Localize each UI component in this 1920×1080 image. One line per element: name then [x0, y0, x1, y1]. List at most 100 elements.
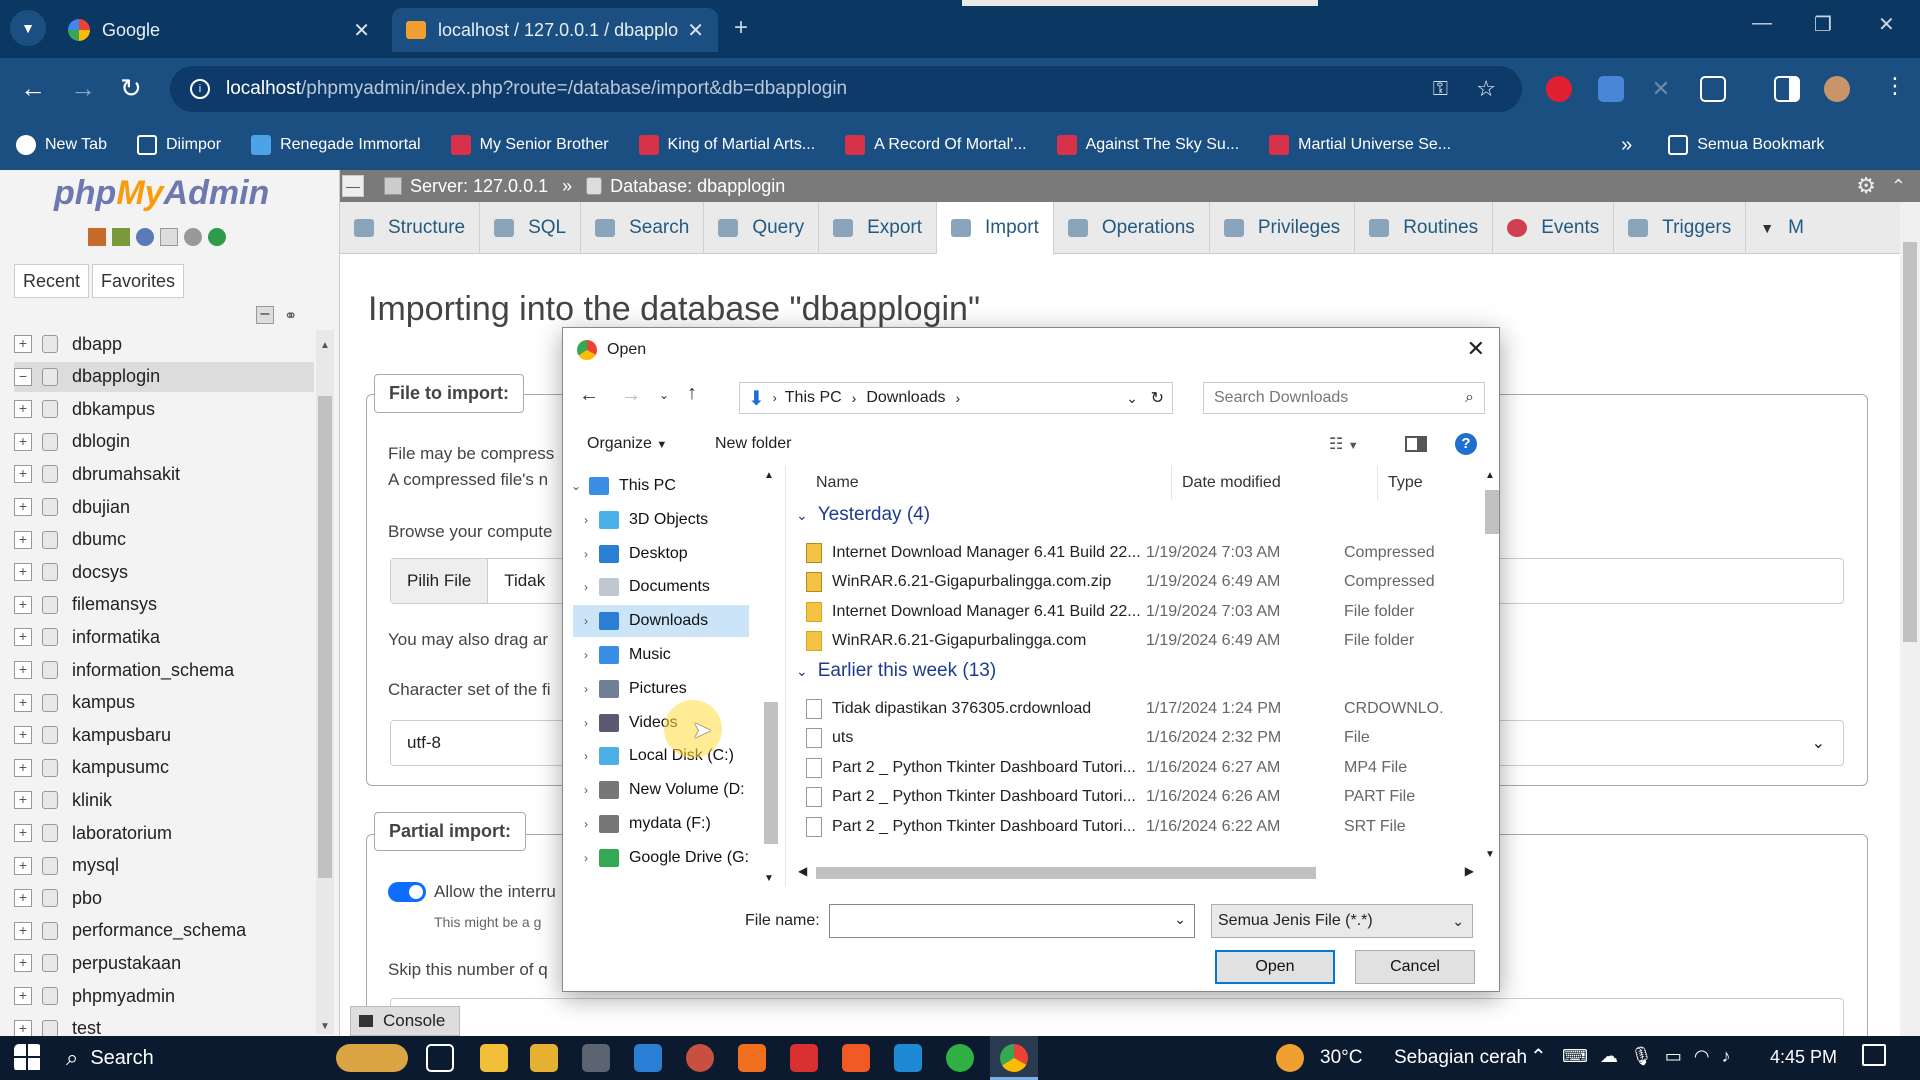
path-downloads[interactable]: Downloads	[866, 389, 945, 407]
chevron-right-icon[interactable]: ›	[573, 580, 599, 594]
profile-avatar-icon[interactable]	[1824, 76, 1850, 102]
file-row[interactable]: WinRAR.6.21-Gigapurbalingga.com.zip 1/19/…	[806, 568, 1466, 597]
menu-import[interactable]: Import	[937, 202, 1054, 254]
expand-icon[interactable]: +	[14, 954, 32, 973]
expand-icon[interactable]: +	[14, 921, 32, 940]
main-scrollbar[interactable]	[1900, 202, 1920, 1036]
back-icon[interactable]: ←	[20, 73, 46, 104]
xampp-icon[interactable]	[738, 1044, 766, 1072]
sidebar-database-item[interactable]: − dbapplogin	[14, 361, 314, 392]
bookmark-martial-universe[interactable]: Martial Universe Se...	[1269, 135, 1451, 155]
up-folder-icon[interactable]: ↑	[687, 382, 697, 405]
menu-query[interactable]: Query	[704, 202, 820, 254]
side-panel-icon[interactable]	[1774, 76, 1800, 102]
nav-pane-item[interactable]: › New Volume (D:	[573, 774, 749, 806]
menu-more[interactable]: ▼ M	[1746, 202, 1818, 254]
tray-icons[interactable]: ⌨☁🎙▭◠♪	[1562, 1046, 1743, 1067]
expand-icon[interactable]: +	[14, 791, 32, 810]
file-row[interactable]: Internet Download Manager 6.41 Build 22.…	[806, 597, 1466, 626]
nav-pane-item[interactable]: › Downloads	[573, 605, 749, 638]
expand-icon[interactable]: +	[14, 726, 32, 745]
nav-pane-item[interactable]: › Documents	[573, 571, 749, 603]
sidebar-database-item[interactable]: + kampusumc	[14, 753, 169, 783]
windows-start-icon[interactable]	[14, 1044, 42, 1072]
file-row[interactable]: Internet Download Manager 6.41 Build 22.…	[806, 538, 1466, 567]
expand-icon[interactable]: +	[14, 628, 32, 647]
collapse-top-icon[interactable]: ⌃	[1891, 176, 1906, 197]
new-folder-button[interactable]: New folder	[715, 435, 791, 453]
chevron-right-icon[interactable]: ›	[573, 682, 599, 696]
dialog-path-bar[interactable]: ⬇ › This PC › Downloads › ⌄ ↻	[739, 382, 1173, 414]
collapse-all-icon[interactable]: –	[256, 306, 274, 324]
bookmark-record-of-mortal[interactable]: A Record Of Mortal'...	[845, 135, 1027, 155]
sidebar-database-item[interactable]: + informatika	[14, 622, 160, 652]
sidebar-database-item[interactable]: + dbapp	[14, 329, 122, 359]
filetype-select[interactable]: Semua Jenis File (*.*) ⌄	[1211, 904, 1473, 938]
dialog-search-input[interactable]: Search Downloads ⌕	[1203, 382, 1485, 414]
task-view-icon[interactable]	[426, 1044, 454, 1072]
reload-icon[interactable]	[208, 228, 226, 246]
file-row[interactable]: WinRAR.6.21-Gigapurbalingga.com 1/19/2024…	[806, 627, 1466, 656]
expand-icon[interactable]: +	[14, 693, 32, 712]
chevron-right-icon[interactable]: ›	[573, 716, 599, 730]
whatsapp-icon[interactable]	[946, 1044, 974, 1072]
expand-icon[interactable]: +	[14, 563, 32, 582]
chrome-taskbar-button[interactable]	[990, 1036, 1038, 1080]
path-this-pc[interactable]: This PC	[785, 389, 842, 407]
site-info-icon[interactable]: i	[190, 79, 210, 99]
close-icon[interactable]: ✕	[353, 18, 370, 43]
tree-scrollbar[interactable]: ▲ ▼	[761, 466, 779, 886]
expand-icon[interactable]: +	[14, 1019, 32, 1038]
file-row[interactable]: Tidak dipastikan 376305.crdownload 1/17/2…	[806, 694, 1466, 723]
menu-search[interactable]: Search	[581, 202, 705, 254]
close-icon[interactable]: ✕	[1467, 336, 1485, 362]
expand-icon[interactable]: +	[14, 661, 32, 679]
chevron-right-icon[interactable]: ›	[573, 648, 599, 662]
restore-icon[interactable]: ❐	[1814, 12, 1832, 37]
taskbar-search[interactable]: ⌕ Search	[54, 1040, 334, 1076]
nav-pane-item[interactable]: › Videos	[573, 707, 749, 739]
sidebar-database-item[interactable]: + laboratorium	[14, 818, 172, 848]
expand-icon[interactable]: +	[14, 987, 32, 1005]
new-tab-button[interactable]: +	[734, 14, 748, 42]
translate-extension-icon[interactable]	[1598, 76, 1624, 102]
column-name[interactable]: Name	[816, 466, 1172, 500]
calculator-icon[interactable]	[582, 1044, 610, 1072]
weather-temp[interactable]: 30°C	[1320, 1047, 1362, 1069]
sidebar-database-item[interactable]: + filemansys	[14, 590, 157, 620]
sidebar-database-item[interactable]: + klinik	[14, 785, 112, 815]
weather-desc[interactable]: Sebagian cerah	[1394, 1047, 1527, 1069]
password-key-icon[interactable]: ⚿	[1433, 78, 1448, 101]
expand-icon[interactable]: +	[14, 530, 32, 549]
console-bar[interactable]: Console	[350, 1006, 460, 1036]
close-icon[interactable]: ✕	[687, 18, 704, 43]
tab-favorites[interactable]: Favorites	[92, 264, 185, 298]
skip-queries-input[interactable]	[390, 998, 1844, 1038]
collapse-icon[interactable]: −	[14, 367, 32, 386]
vscode-icon[interactable]	[894, 1044, 922, 1072]
menu-kebab-icon[interactable]: ⋮	[1884, 73, 1906, 99]
file-explorer-icon[interactable]	[480, 1044, 508, 1072]
preview-pane-icon[interactable]	[1405, 436, 1427, 452]
file-list-hscroll[interactable]: ◀ ▶	[786, 862, 1482, 882]
sidebar-database-item[interactable]: + performance_schema	[14, 916, 246, 946]
menu-structure[interactable]: Structure	[340, 202, 481, 254]
store-icon[interactable]	[530, 1044, 558, 1072]
expand-icon[interactable]: +	[14, 856, 32, 875]
nav-pane-item[interactable]: › mydata (F:)	[573, 808, 749, 840]
adblock-extension-icon[interactable]	[1546, 76, 1572, 102]
sidebar-database-item[interactable]: + dbumc	[14, 525, 126, 555]
sidebar-database-item[interactable]: + pbo	[14, 883, 102, 913]
filename-input[interactable]: ⌄	[829, 904, 1195, 938]
mail-icon[interactable]	[634, 1044, 662, 1072]
column-type[interactable]: Type	[1388, 466, 1478, 500]
window-close-icon[interactable]: ✕	[1878, 12, 1895, 37]
chevron-right-icon[interactable]: ›	[573, 614, 599, 628]
wps-icon[interactable]	[790, 1044, 818, 1072]
chevron-down-icon[interactable]: ⌄	[1174, 911, 1186, 928]
chevron-right-icon[interactable]: ›	[573, 851, 599, 865]
expand-icon[interactable]: +	[14, 824, 32, 842]
open-button[interactable]: Open	[1215, 950, 1335, 984]
file-row[interactable]: Part 2 _ Python Tkinter Dashboard Tutori…	[806, 812, 1466, 841]
clock[interactable]: 4:45 PM	[1770, 1047, 1837, 1068]
